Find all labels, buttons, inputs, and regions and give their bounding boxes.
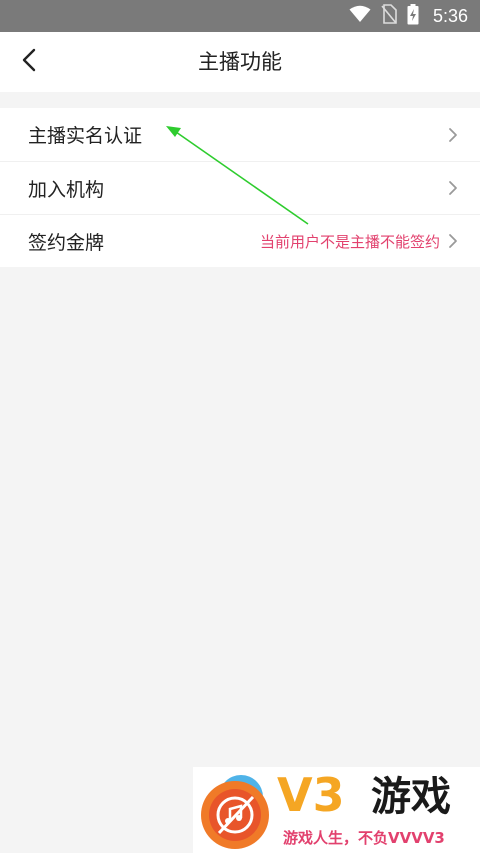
chevron-left-icon [21,48,37,76]
menu-item-label: 主播实名认证 [28,125,143,147]
no-sim-icon [381,4,397,28]
chevron-right-icon [446,127,460,142]
wifi-icon [349,5,371,27]
menu-item-join-agency[interactable]: 加入机构 [0,161,480,214]
page-title: 主播功能 [198,50,282,74]
back-button[interactable] [12,45,46,79]
status-bar: 5:36 [0,0,480,32]
battery-charging-icon [407,3,419,29]
section-gap [0,92,480,108]
chevron-right-icon [446,181,460,195]
anchor-function-list: 主播实名认证 加入机构 签约金牌 当前用户不是主播不能签约 [0,108,480,267]
watermark-brand-cn: 游戏 [371,774,451,820]
watermark-brand: V3 [277,768,345,822]
menu-item-label: 加入机构 [28,178,105,201]
status-time: 5:36 [432,5,468,26]
watermark-slogan: 游戏人生，不负VVVV3 [283,829,445,847]
app-header: 主播功能 [0,32,480,92]
app-screen: 5:36 主播功能 主播实名认证 加入机构 签约金牌 当前用户不是主播不能签约 … [0,0,480,853]
menu-item-gold-contract[interactable]: 签约金牌 当前用户不是主播不能签约 [0,214,480,267]
chevron-right-icon [446,234,460,248]
watermark-logo [201,775,269,849]
menu-item-label: 签约金牌 [28,231,105,254]
menu-item-status-note: 当前用户不是主播不能签约 [259,232,440,251]
watermark: V3 游戏 游戏人生，不负VVVV3 [193,767,480,853]
status-icons: 5:36 [349,0,468,32]
menu-item-real-name-verification[interactable]: 主播实名认证 [0,108,480,161]
